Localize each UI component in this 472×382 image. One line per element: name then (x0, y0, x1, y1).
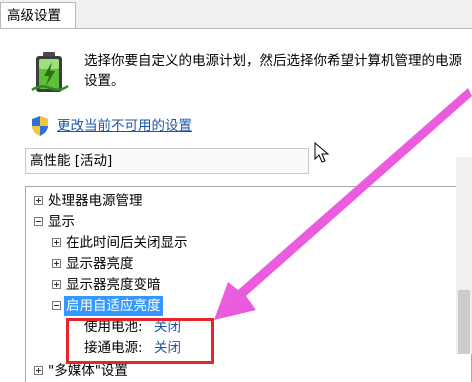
expand-icon[interactable] (34, 196, 43, 205)
tree-item-display[interactable]: 显示 (26, 212, 446, 232)
uac-shield-icon (32, 116, 48, 136)
tree-item-processor-power[interactable]: 处理器电源管理 (26, 191, 446, 211)
power-options-advanced-settings: 高级设置 选择你要自定义的电源计划，然后选择你希望计算机管理的电源设置。 更改当… (0, 0, 472, 382)
change-unavailable-settings-link[interactable]: 更改当前不可用的设置 (57, 117, 192, 135)
expand-icon[interactable] (52, 259, 61, 268)
tree-item-multimedia[interactable]: "多媒体"设置 (26, 361, 446, 381)
scrollbar-thumb[interactable] (458, 290, 470, 354)
tree-item-display-brightness[interactable]: 显示器亮度 (26, 254, 446, 274)
collapse-icon[interactable] (52, 301, 61, 310)
tab-advanced-settings[interactable]: 高级设置 (0, 2, 76, 28)
tree-item-adaptive-brightness[interactable]: 启用自适应亮度 (26, 296, 446, 316)
power-plan-select[interactable]: 高性能 [活动] (25, 148, 309, 174)
battery-power-icon (31, 52, 69, 92)
tree-item-turn-off-display[interactable]: 在此时间后关闭显示 (26, 233, 446, 253)
expand-icon[interactable] (52, 280, 61, 289)
expand-icon[interactable] (34, 366, 43, 375)
annotation-highlight-box (66, 318, 214, 364)
description-text: 选择你要自定义的电源计划，然后选择你希望计算机管理的电源设置。 (84, 53, 462, 89)
collapse-icon[interactable] (34, 217, 43, 226)
mouse-cursor-icon (314, 142, 330, 163)
tree-item-dimmed-brightness[interactable]: 显示器亮度变暗 (26, 275, 446, 295)
expand-icon[interactable] (52, 238, 61, 247)
